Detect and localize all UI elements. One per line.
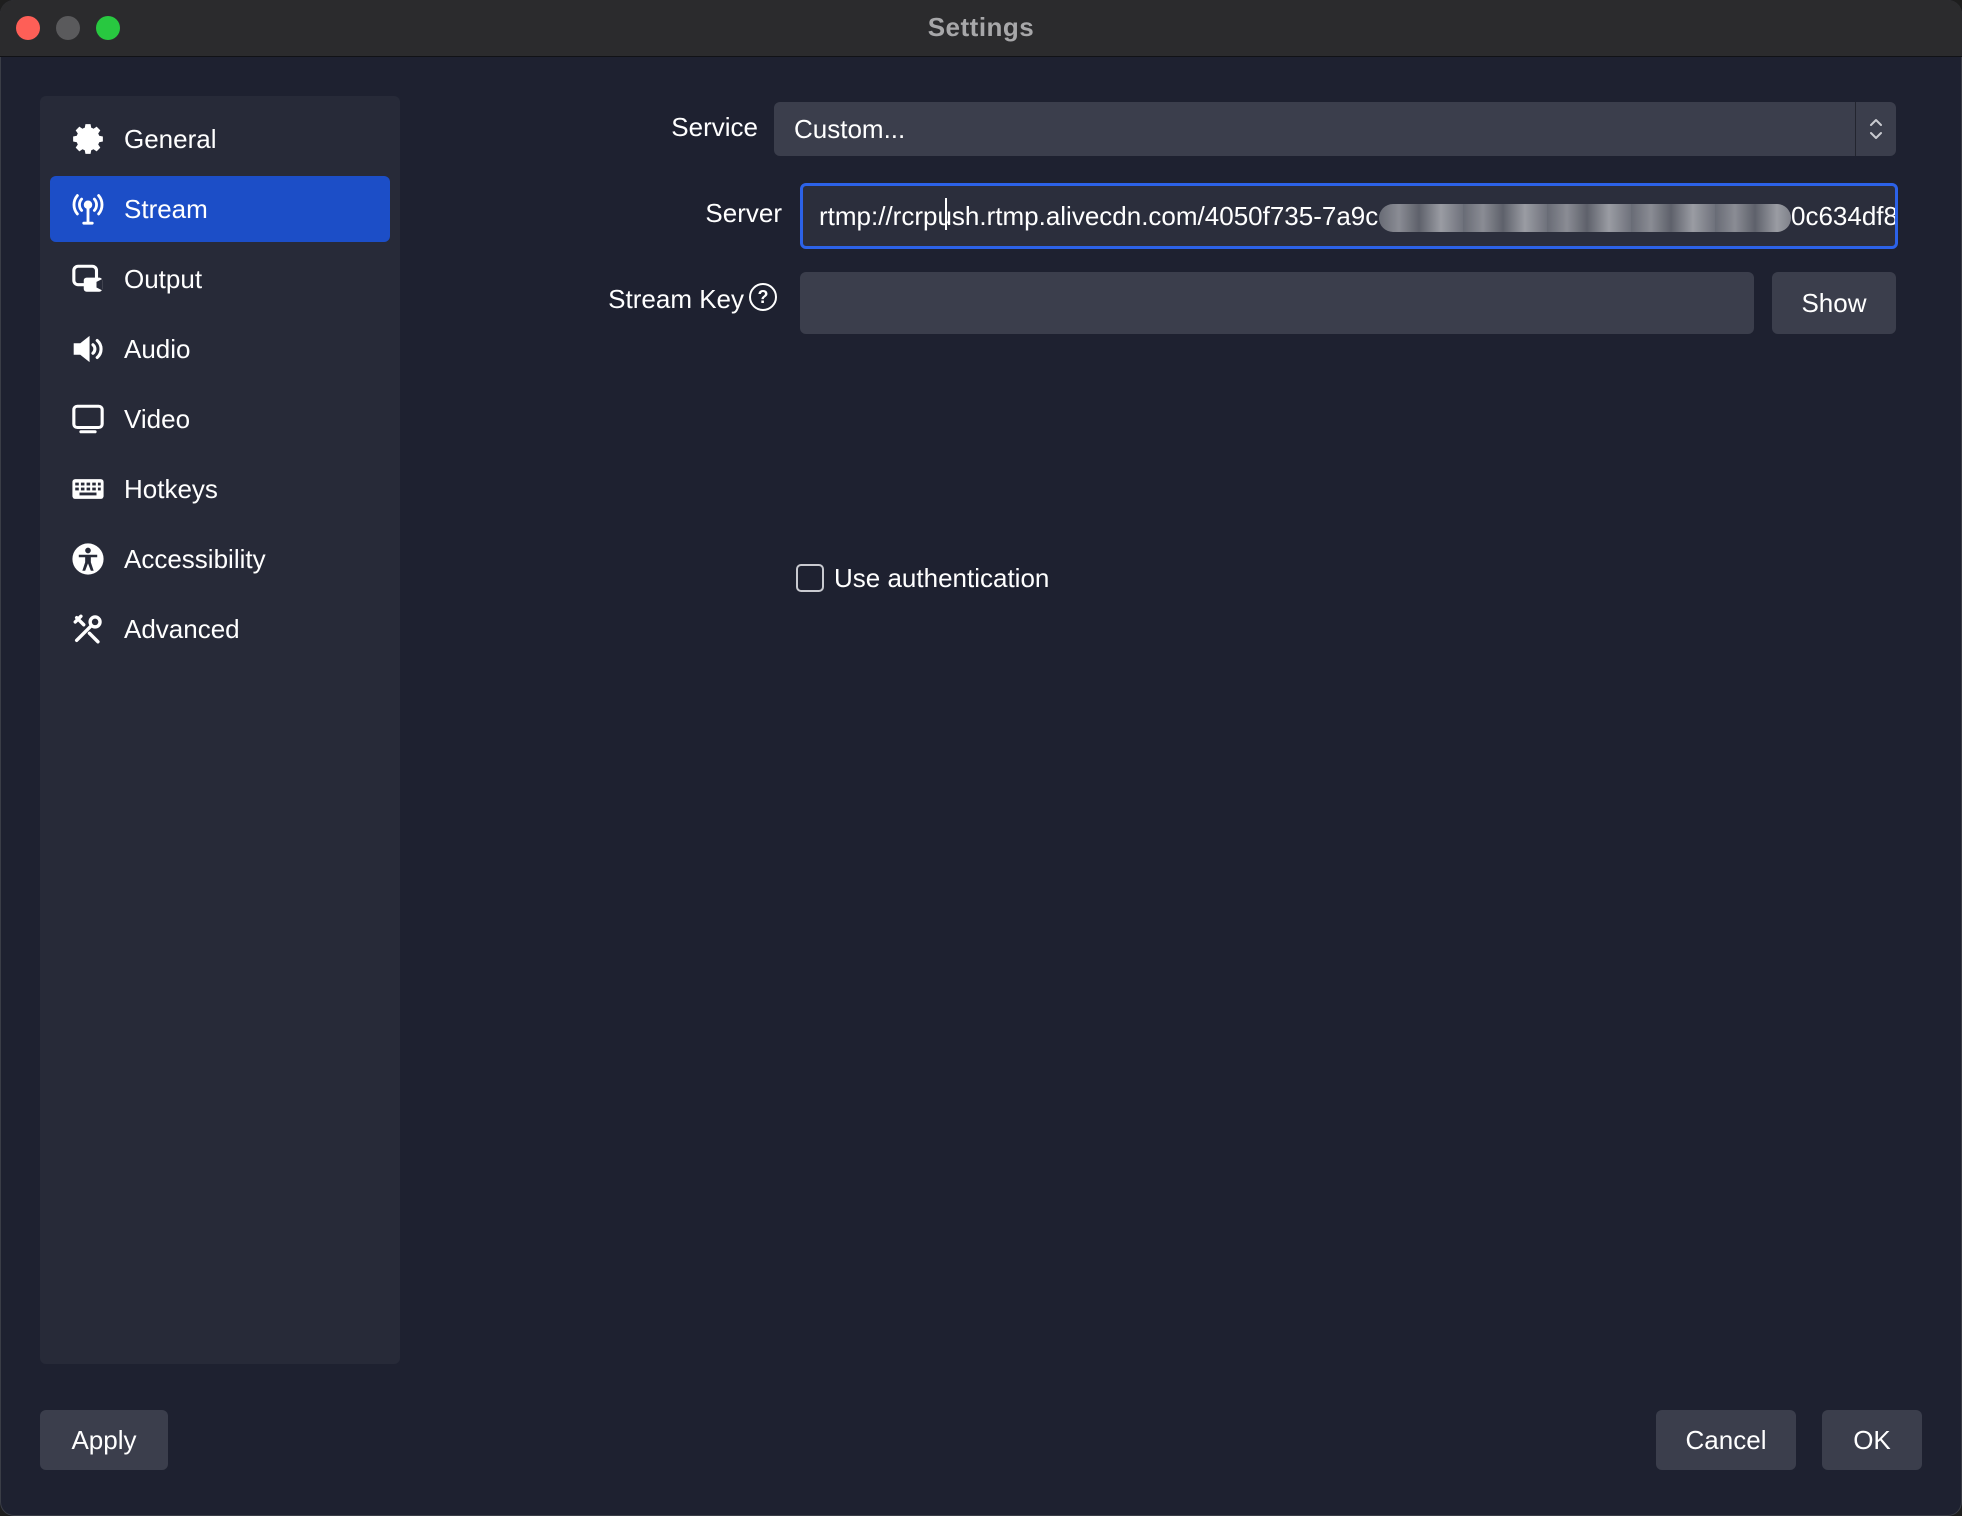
keyboard-icon [70,471,106,507]
use-authentication-label: Use authentication [834,562,1050,593]
sidebar-item-video[interactable]: Video [50,386,390,452]
svg-text:?: ? [758,287,769,307]
use-authentication-checkbox[interactable]: Use authentication [796,562,1049,594]
service-value: Custom... [794,114,906,144]
output-icon [70,261,106,297]
service-label: Service [671,112,758,142]
sidebar-item-hotkeys[interactable]: Hotkeys [50,456,390,522]
ok-button[interactable]: OK [1822,1410,1922,1470]
stream-key-input[interactable] [800,272,1754,334]
help-icon[interactable]: ? [748,282,778,312]
sidebar-item-stream[interactable]: Stream [50,176,390,242]
sidebar-item-label: Output [124,263,203,294]
accessibility-icon [70,541,106,577]
show-key-button[interactable]: Show [1772,272,1896,334]
cancel-button[interactable]: Cancel [1656,1410,1796,1470]
sidebar-item-label: Stream [124,193,208,224]
updown-chevron-icon [1856,102,1896,156]
settings-sidebar: General Stream Output Audio Video Hotkey… [40,96,400,1364]
server-label: Server [705,198,782,228]
gear-icon [70,121,106,157]
tools-icon [70,611,106,647]
server-value-tail: 0c634df8b [1791,201,1898,231]
stream-key-label: Stream Key [608,284,744,314]
sidebar-item-label: Advanced [124,613,240,644]
sidebar-item-advanced[interactable]: Advanced [50,596,390,662]
checkbox-box[interactable] [796,564,824,592]
speaker-icon [70,331,106,367]
redacted-text [1379,204,1791,232]
title-bar: Settings [0,0,1962,57]
sidebar-item-label: Video [124,403,191,434]
server-input[interactable]: rtmp://rcrpush.rtmp.alivecdn.com/4050f73… [800,183,1898,249]
monitor-icon [70,401,106,437]
sidebar-item-label: Hotkeys [124,473,218,504]
sidebar-item-label: Accessibility [124,543,266,574]
sidebar-item-label: Audio [124,333,191,364]
text-caret [945,198,947,230]
sidebar-item-general[interactable]: General [50,106,390,172]
sidebar-item-audio[interactable]: Audio [50,316,390,382]
settings-window: Settings General Stream Output Audio Vid… [0,0,1962,1516]
service-select[interactable]: Custom... [774,102,1896,156]
apply-button[interactable]: Apply [40,1410,168,1470]
window-title: Settings [927,12,1035,42]
sidebar-item-label: General [124,123,217,154]
sidebar-item-output[interactable]: Output [50,246,390,312]
sidebar-item-accessibility[interactable]: Accessibility [50,526,390,592]
antenna-icon [70,191,106,227]
